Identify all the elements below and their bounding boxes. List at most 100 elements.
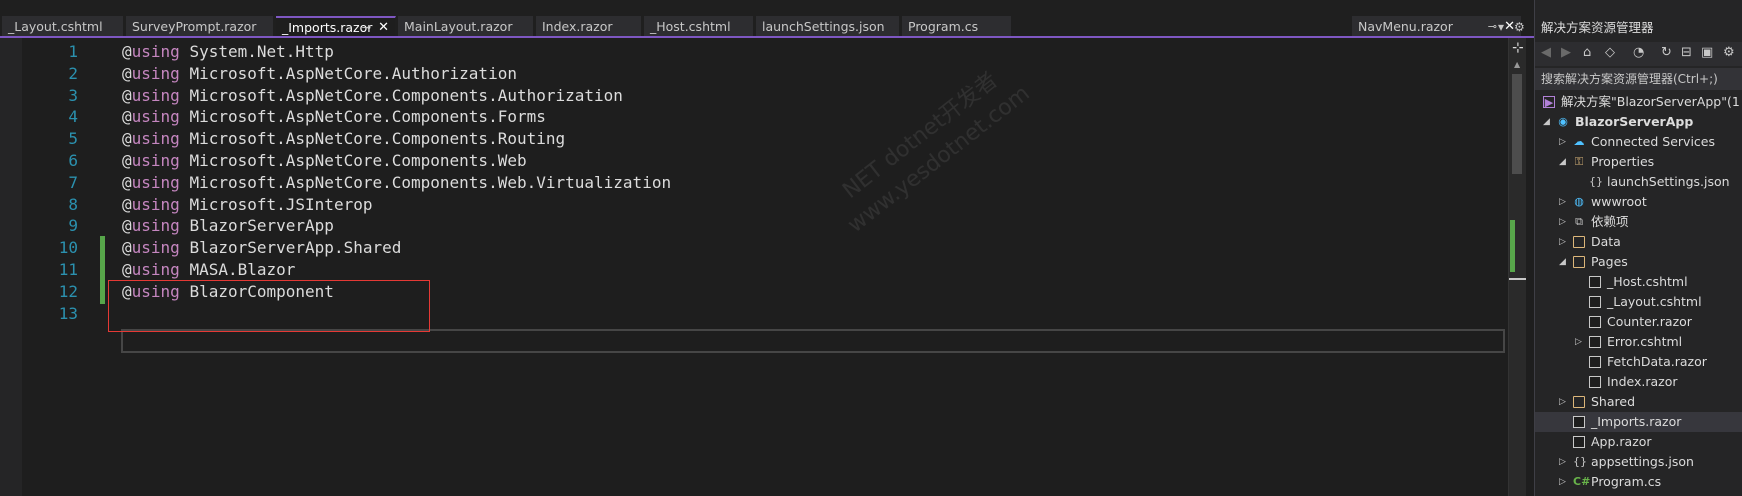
code-line[interactable]: 3 @using Microsoft.AspNetCore.Components.… — [0, 84, 1510, 108]
tree-item[interactable]: ▷ ☁ Connected Services — [1535, 132, 1742, 152]
line-number: 11 — [58, 260, 78, 279]
razor-at-symbol: @ — [122, 85, 132, 105]
keyword: using — [131, 216, 180, 236]
properties-icon[interactable]: ⚙ — [1723, 45, 1735, 60]
code-line[interactable]: 4 @using Microsoft.AspNetCore.Components.… — [0, 105, 1510, 129]
keyword: using — [131, 172, 180, 192]
collapsed-arrow-icon[interactable]: ▷ — [1559, 452, 1566, 472]
close-icon[interactable]: ✕ — [378, 18, 389, 37]
scrollbar-thumb[interactable] — [1512, 74, 1522, 174]
show-all-icon[interactable]: ▣ — [1701, 45, 1713, 60]
tree-item-label: appsettings.json — [1591, 454, 1694, 469]
collapsed-arrow-icon[interactable]: ▷ — [1575, 332, 1582, 352]
code-line[interactable]: 9 @using BlazorServerApp — [0, 214, 1510, 238]
expanded-arrow-icon[interactable]: ◢ — [1543, 112, 1550, 132]
code-text: @using Microsoft.AspNetCore.Components.W… — [122, 149, 527, 173]
project-icon: ◉ — [1558, 115, 1568, 128]
collapse-icon[interactable]: ⊟ — [1681, 45, 1692, 60]
connected-services-icon: ☁ — [1573, 135, 1585, 148]
file-icon — [1589, 336, 1601, 348]
tree-item[interactable]: ▷ ⧉ 依赖项 — [1535, 212, 1742, 232]
tab-dropdown-icon[interactable]: ▾ — [1498, 16, 1504, 38]
code-line[interactable]: 8 @using Microsoft.JSInterop — [0, 193, 1510, 217]
code-line[interactable]: 10 @using BlazorServerApp.Shared — [0, 236, 1510, 261]
expanded-arrow-icon[interactable]: ◢ — [1559, 252, 1566, 272]
tree-item[interactable]: {} launchSettings.json — [1535, 172, 1742, 192]
tree-item[interactable]: ◢ Pages — [1535, 252, 1742, 272]
tree-item[interactable]: ▷ {} appsettings.json — [1535, 452, 1742, 472]
tree-item[interactable]: ▶ 解决方案"BlazorServerApp"(1 个项目) — [1535, 92, 1742, 112]
code-line[interactable]: 5 @using Microsoft.AspNetCore.Components.… — [0, 127, 1510, 151]
razor-at-symbol: @ — [122, 151, 132, 170]
line-number: 4 — [68, 107, 78, 127]
razor-at-symbol: @ — [122, 107, 132, 127]
split-icon[interactable]: ⊹ — [1512, 40, 1524, 56]
forward-icon[interactable]: ▶ — [1561, 45, 1571, 60]
tree-item[interactable]: ◢ ◉ BlazorServerApp — [1535, 112, 1742, 132]
scroll-up-icon[interactable]: ▲ — [1514, 60, 1520, 69]
collapsed-arrow-icon[interactable]: ▷ — [1559, 192, 1566, 212]
tab-4[interactable]: Index.razor — [536, 16, 642, 38]
code-line[interactable]: 7 @using Microsoft.AspNetCore.Components.… — [0, 171, 1510, 195]
tree-item[interactable]: ▷ Error.cshtml — [1535, 332, 1742, 352]
tree-item[interactable]: App.razor — [1535, 432, 1742, 452]
tree-item[interactable]: ▷ ◍ wwwroot — [1535, 192, 1742, 212]
folder-icon — [1573, 396, 1585, 408]
expanded-arrow-icon[interactable]: ◢ — [1559, 152, 1566, 172]
tree-item[interactable]: ◢ ⚿ Properties — [1535, 152, 1742, 172]
tree-item[interactable]: ▷ C# Program.cs — [1535, 472, 1742, 492]
code-line[interactable]: 1 @using System.Net.Http — [0, 40, 1510, 64]
collapsed-arrow-icon[interactable]: ▷ — [1559, 132, 1566, 152]
code-text: @using Microsoft.AspNetCore.Authorizatio… — [122, 62, 517, 86]
code-text: @using Microsoft.AspNetCore.Components.F… — [122, 105, 546, 129]
namespace: Microsoft.AspNetCore.Components.Web.Virt… — [179, 172, 672, 192]
pin-icon[interactable]: ⊸ — [362, 18, 371, 37]
tab-3[interactable]: MainLayout.razor — [398, 16, 534, 38]
tab-7[interactable]: Program.cs — [902, 16, 1012, 38]
tree-item-label: Data — [1591, 234, 1621, 249]
tab-5[interactable]: _Host.cshtml — [644, 16, 754, 38]
vs-icon[interactable]: ◇ — [1605, 45, 1615, 60]
refresh-icon[interactable]: ↻ — [1661, 45, 1672, 60]
code-text: @using BlazorServerApp.Shared — [122, 236, 401, 260]
line-number: 2 — [68, 63, 78, 83]
tree-item[interactable]: ▷ Shared — [1535, 392, 1742, 412]
tree-item-label: _Imports.razor — [1591, 414, 1682, 429]
razor-at-symbol: @ — [122, 238, 132, 258]
tree-item[interactable]: FetchData.razor — [1535, 352, 1742, 372]
tree-item-label: Counter.razor — [1607, 314, 1692, 329]
keyword: using — [131, 42, 180, 61]
code-line[interactable]: 6 @using Microsoft.AspNetCore.Components.… — [0, 149, 1510, 173]
code-line[interactable]: 2 @using Microsoft.AspNetCore.Authorizati… — [0, 62, 1510, 86]
settings-icon[interactable]: ⚙ — [1514, 16, 1525, 38]
tree-item[interactable]: _Imports.razor — [1535, 412, 1742, 432]
collapsed-arrow-icon[interactable]: ▷ — [1559, 212, 1566, 232]
tree-item[interactable]: ▷ Data — [1535, 232, 1742, 252]
tree-item-label: Program.cs — [1591, 474, 1662, 489]
tree-item[interactable]: _Layout.cshtml — [1535, 292, 1742, 312]
line-number: 1 — [68, 42, 78, 61]
code-line[interactable]: 11 @using MASA.Blazor — [0, 258, 1510, 282]
collapsed-arrow-icon[interactable]: ▷ — [1559, 472, 1566, 492]
pending-changes-icon[interactable]: ◔ — [1633, 45, 1644, 60]
code-editor[interactable]: 1 @using System.Net.Http 2 @using Microsoft… — [0, 38, 1534, 496]
vertical-scrollbar[interactable]: ⊹ ▲ — [1508, 38, 1526, 496]
tab-6[interactable]: launchSettings.json — [756, 16, 900, 38]
pin-icon[interactable]: ⊸ — [1488, 16, 1497, 38]
collapsed-arrow-icon[interactable]: ▷ — [1559, 392, 1566, 412]
tab-1[interactable]: SurveyPrompt.razor — [126, 16, 274, 38]
tree-item-label: Connected Services — [1591, 134, 1715, 149]
tab-navmenu-preview[interactable]: NavMenu.razor ⊸ ✕ — [1352, 16, 1522, 38]
tree-item[interactable]: Index.razor — [1535, 372, 1742, 392]
tab-label: Program.cs — [908, 19, 979, 34]
tab-2[interactable]: _Imports.razor ⊸ ✕ — [276, 16, 396, 38]
code-text: @using BlazorServerApp — [122, 214, 334, 238]
back-icon[interactable]: ◀ — [1541, 45, 1551, 60]
solution-search-input[interactable]: 搜索解决方案资源管理器(Ctrl+;) — [1535, 68, 1742, 90]
collapsed-arrow-icon[interactable]: ▷ — [1559, 232, 1566, 252]
tree-item-label: _Host.cshtml — [1607, 274, 1688, 289]
tree-item[interactable]: _Host.cshtml — [1535, 272, 1742, 292]
tab-0[interactable]: _Layout.cshtml — [2, 16, 124, 38]
tree-item[interactable]: Counter.razor — [1535, 312, 1742, 332]
home-icon[interactable]: ⌂ — [1583, 45, 1591, 60]
